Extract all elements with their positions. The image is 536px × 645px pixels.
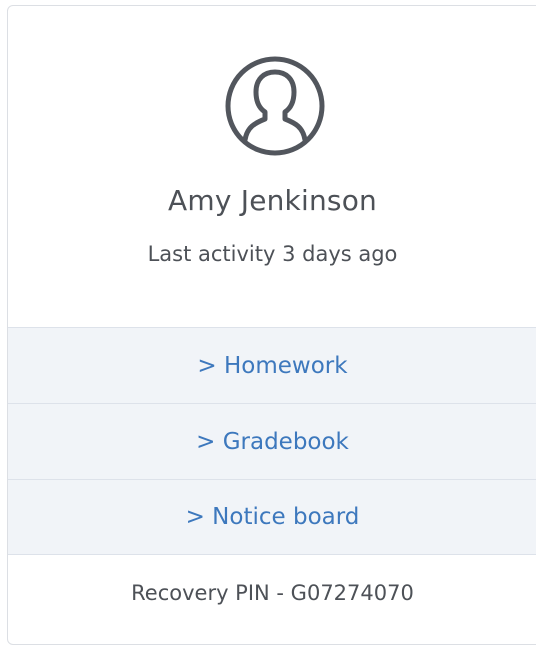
user-silhouette-icon — [223, 54, 327, 158]
gradebook-link-label[interactable]: > Gradebook — [196, 429, 349, 455]
homework-link-label[interactable]: > Homework — [197, 353, 347, 379]
profile-section: Amy Jenkinson Last activity 3 days ago — [8, 6, 536, 327]
student-card: Amy Jenkinson Last activity 3 days ago >… — [7, 5, 536, 645]
notice-board-link[interactable]: > Notice board — [8, 479, 536, 555]
quick-links: > Homework > Gradebook > Notice board — [8, 327, 536, 555]
last-activity-text: Last activity 3 days ago — [147, 242, 398, 266]
recovery-pin: Recovery PIN - G07274070 — [131, 581, 414, 605]
homework-link[interactable]: > Homework — [8, 327, 536, 403]
gradebook-link[interactable]: > Gradebook — [8, 403, 536, 479]
student-name: Amy Jenkinson — [168, 184, 377, 217]
notice-board-link-label[interactable]: > Notice board — [186, 504, 360, 530]
